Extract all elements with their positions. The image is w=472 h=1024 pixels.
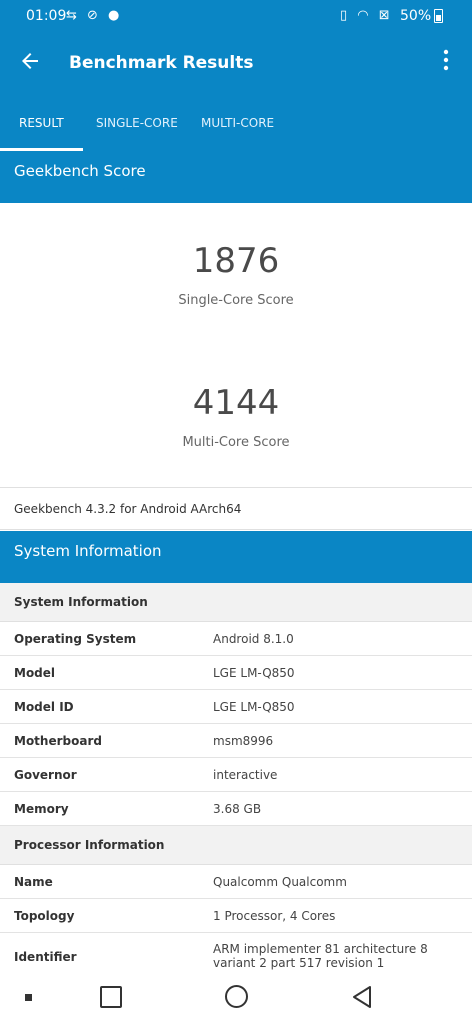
table-row: Motherboard msm8996 (0, 724, 472, 758)
row-key: Name (14, 875, 53, 889)
geekbench-score-heading: Geekbench Score (0, 152, 472, 203)
table-row: Topology 1 Processor, 4 Cores (0, 899, 472, 933)
back-triangle-icon[interactable] (350, 984, 374, 1014)
row-key: Memory (14, 802, 69, 816)
multi-core-score-value: 4144 (192, 383, 280, 423)
row-key: Model ID (14, 700, 74, 714)
table-row: Memory 3.68 GB (0, 792, 472, 826)
geekbench-version: Geekbench 4.3.2 for Android AArch64 (0, 487, 472, 530)
status-time: 01:09 (26, 8, 67, 24)
row-value: LGE LM-Q850 (213, 700, 295, 714)
notification-icons: ⇆ ⊘ ● (66, 8, 123, 23)
recents-square-icon[interactable] (100, 986, 122, 1008)
row-key: Motherboard (14, 734, 102, 748)
home-circle-icon[interactable] (225, 985, 248, 1008)
row-key: Identifier (14, 950, 77, 964)
table-row: Identifier ARM implementer 81 architectu… (0, 933, 472, 977)
row-key: Model (14, 666, 56, 680)
system-information-group: System Information (0, 583, 472, 622)
table-row: Model LGE LM-Q850 (0, 656, 472, 690)
tab-result[interactable]: RESULT (19, 116, 64, 130)
app-bar: Benchmark Results (0, 33, 472, 100)
processor-information-group: Processor Information (0, 826, 472, 865)
multi-core-score-label: Multi-Core Score (182, 435, 290, 450)
row-value: Android 8.1.0 (213, 632, 294, 646)
row-key: Topology (14, 909, 75, 923)
back-arrow-icon[interactable] (18, 49, 46, 79)
battery-percent: 50% (400, 8, 432, 24)
row-key: Governor (14, 768, 77, 782)
table-row: Name Qualcomm Qualcomm (0, 865, 472, 899)
system-icons: ▯ ◠ ⊠ (340, 8, 393, 23)
score-card: 1876 Single-Core Score 4144 Multi-Core S… (0, 203, 472, 487)
row-value: 1 Processor, 4 Cores (213, 909, 336, 923)
row-value: interactive (213, 768, 278, 782)
table-row: Model ID LGE LM-Q850 (0, 690, 472, 724)
system-information-heading: System Information (0, 531, 472, 583)
row-value: 3.68 GB (213, 802, 262, 816)
single-core-score-label: Single-Core Score (178, 293, 294, 308)
row-value: msm8996 (213, 734, 274, 748)
page-title: Benchmark Results (69, 53, 254, 73)
row-value: Qualcomm Qualcomm (213, 875, 347, 889)
tab-single-core[interactable]: SINGLE-CORE (96, 116, 178, 130)
row-value: LGE LM-Q850 (213, 666, 295, 680)
table-row: Operating System Android 8.1.0 (0, 622, 472, 656)
tab-multi-core[interactable]: MULTI-CORE (201, 116, 274, 130)
tab-bar: RESULT SINGLE-CORE MULTI-CORE (0, 100, 472, 152)
row-key: Operating System (14, 632, 137, 646)
row-value: ARM implementer 81 architecture 8 varian… (213, 942, 428, 970)
battery-icon (434, 9, 443, 23)
nav-dot-icon[interactable] (25, 994, 32, 1001)
status-bar: 01:09 ⇆ ⊘ ● ▯ ◠ ⊠ 50% (0, 0, 472, 33)
table-row: Governor interactive (0, 758, 472, 792)
single-core-score-value: 1876 (192, 241, 280, 281)
tab-indicator (0, 148, 83, 151)
navigation-bar (0, 974, 472, 1024)
more-vert-icon[interactable] (436, 49, 456, 79)
